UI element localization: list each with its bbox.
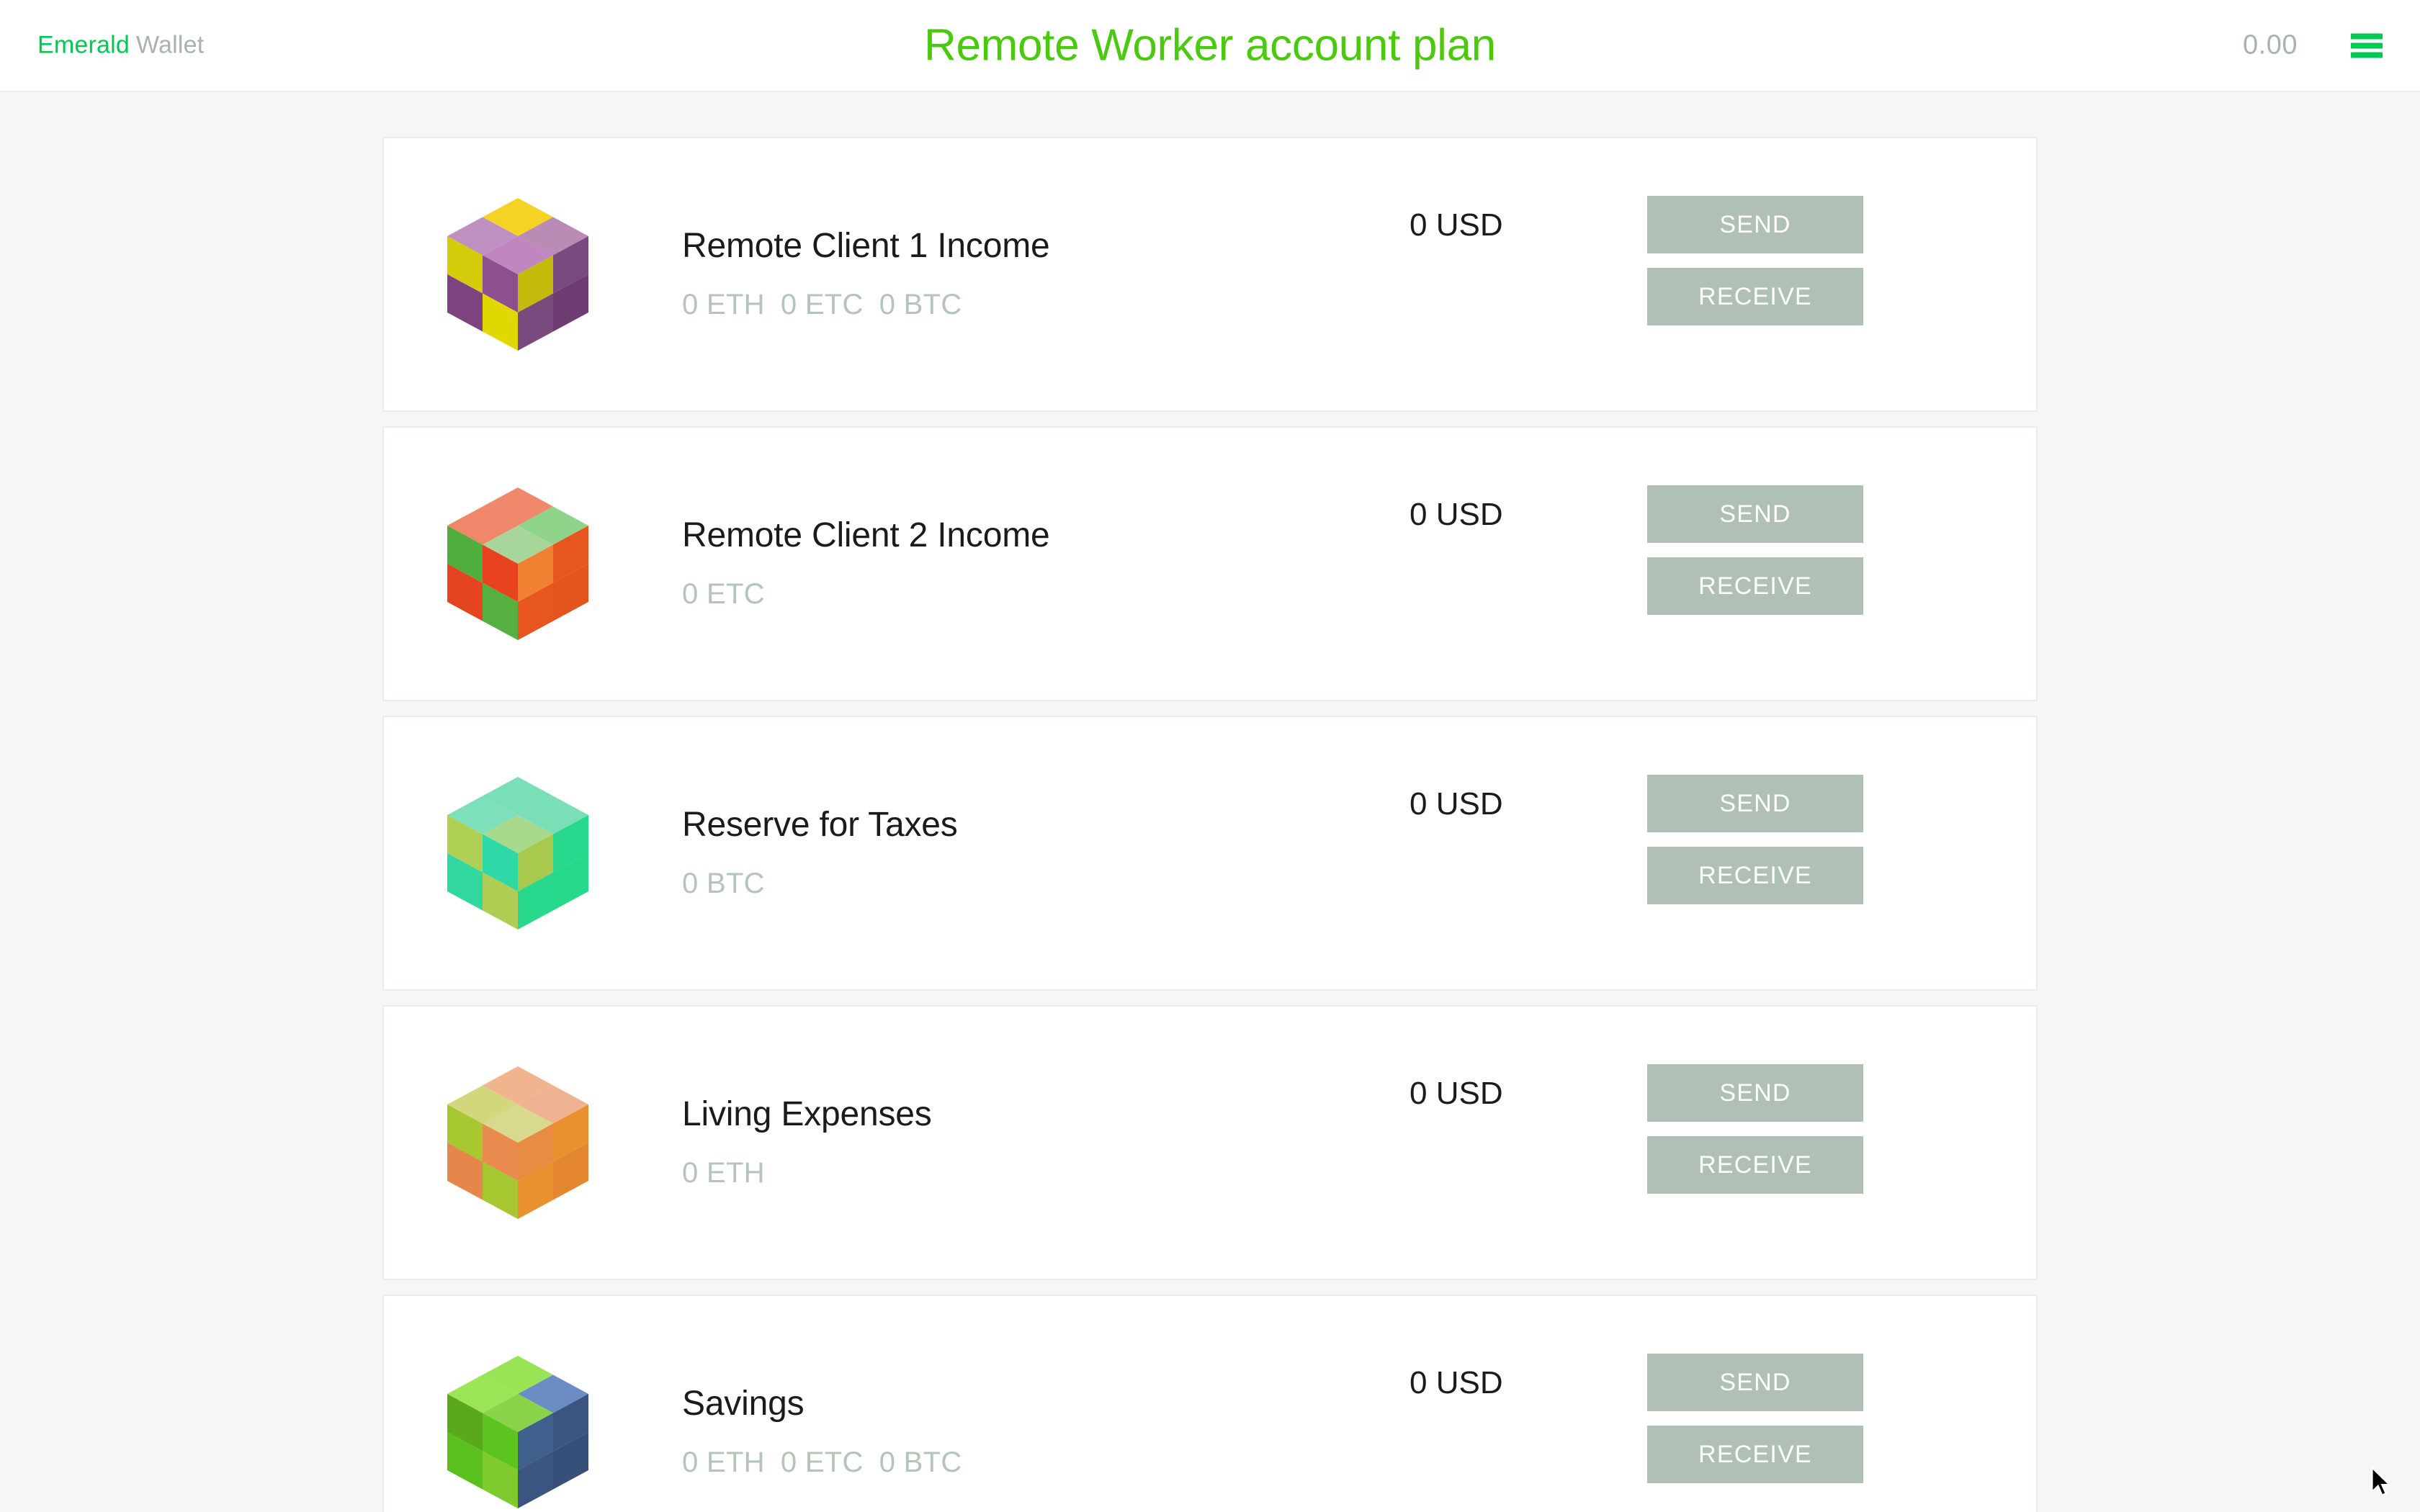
header-right-group: 0.00 bbox=[2243, 30, 2383, 61]
menu-bar-2 bbox=[2351, 42, 2383, 48]
coin-balance: 0 BTC bbox=[879, 1446, 962, 1478]
coin-balance: 0 ETH bbox=[682, 288, 765, 320]
account-actions: SEND RECEIVE bbox=[1647, 138, 1863, 325]
account-info: Savings 0 ETH 0 ETC 0 BTC bbox=[594, 1385, 1410, 1479]
account-coin-balances: 0 ETH 0 ETC 0 BTC bbox=[682, 289, 1410, 321]
account-card[interactable]: Living Expenses 0 ETH 0 USD SEND RECEIVE bbox=[382, 1005, 2038, 1280]
account-identicon bbox=[442, 487, 594, 640]
receive-button[interactable]: RECEIVE bbox=[1647, 847, 1863, 904]
account-fiat-balance: 0 USD bbox=[1410, 786, 1503, 822]
app-header: Emerald Wallet Remote Worker account plan… bbox=[0, 0, 2420, 92]
coin-balance: 0 BTC bbox=[879, 288, 962, 320]
identicon-orange-lime bbox=[447, 1066, 588, 1219]
send-button[interactable]: SEND bbox=[1647, 1064, 1863, 1122]
account-name: Remote Client 2 Income bbox=[682, 516, 1050, 555]
total-balance: 0.00 bbox=[2243, 30, 2298, 60]
account-card[interactable]: Remote Client 1 Income 0 ETH 0 ETC 0 BTC 0 U… bbox=[382, 137, 2038, 412]
account-fiat-balance: 0 USD bbox=[1410, 1076, 1503, 1111]
account-actions: SEND RECEIVE bbox=[1647, 717, 1863, 904]
account-identicon bbox=[442, 777, 594, 930]
hamburger-menu-icon[interactable] bbox=[2351, 33, 2383, 58]
account-identicon bbox=[442, 198, 594, 351]
send-button[interactable]: SEND bbox=[1647, 196, 1863, 253]
menu-bar-3 bbox=[2351, 52, 2383, 58]
account-info: Remote Client 2 Income 0 ETC bbox=[594, 516, 1410, 611]
account-name: Savings bbox=[682, 1385, 805, 1423]
send-button[interactable]: SEND bbox=[1647, 775, 1863, 832]
receive-button[interactable]: RECEIVE bbox=[1647, 1136, 1863, 1194]
account-actions: SEND RECEIVE bbox=[1647, 1296, 1863, 1483]
coin-balance: 0 ETC bbox=[780, 288, 864, 320]
page-title: Remote Worker account plan bbox=[924, 20, 1496, 71]
account-name: Reserve for Taxes bbox=[682, 806, 958, 845]
account-card[interactable]: Savings 0 ETH 0 ETC 0 BTC 0 USD SEND RECEIVE bbox=[382, 1295, 2038, 1512]
receive-button[interactable]: RECEIVE bbox=[1647, 557, 1863, 615]
account-coin-balances: 0 BTC bbox=[682, 868, 1410, 900]
identicon-green-teal bbox=[447, 777, 588, 930]
account-card[interactable]: Remote Client 2 Income 0 ETC 0 USD SEND RECE… bbox=[382, 426, 2038, 701]
account-actions: SEND RECEIVE bbox=[1647, 428, 1863, 615]
coin-balance: 0 ETC bbox=[682, 577, 765, 610]
account-identicon bbox=[442, 1356, 594, 1508]
account-info: Remote Client 1 Income 0 ETH 0 ETC 0 BTC bbox=[594, 227, 1410, 321]
account-identicon bbox=[442, 1066, 594, 1219]
identicon-green-blue bbox=[447, 1356, 588, 1508]
account-card-list: Remote Client 1 Income 0 ETH 0 ETC 0 BTC 0 U… bbox=[382, 137, 2038, 1512]
coin-balance: 0 ETC bbox=[780, 1446, 864, 1478]
coin-balance: 0 ETH bbox=[682, 1446, 765, 1478]
account-name: Living Expenses bbox=[682, 1095, 932, 1134]
identicon-purple-yellow bbox=[447, 198, 588, 351]
account-name: Remote Client 1 Income bbox=[682, 227, 1050, 266]
account-coin-balances: 0 ETH bbox=[682, 1157, 1410, 1189]
coin-balance: 0 ETH bbox=[682, 1156, 765, 1189]
account-info: Living Expenses 0 ETH bbox=[594, 1095, 1410, 1189]
account-actions: SEND RECEIVE bbox=[1647, 1007, 1863, 1194]
receive-button[interactable]: RECEIVE bbox=[1647, 1426, 1863, 1483]
account-fiat-balance: 0 USD bbox=[1410, 207, 1503, 243]
send-button[interactable]: SEND bbox=[1647, 485, 1863, 543]
account-info: Reserve for Taxes 0 BTC bbox=[594, 806, 1410, 900]
identicon-orange-green bbox=[447, 487, 588, 640]
menu-bar-1 bbox=[2351, 33, 2383, 39]
account-fiat-balance: 0 USD bbox=[1410, 497, 1503, 532]
account-coin-balances: 0 ETH 0 ETC 0 BTC bbox=[682, 1446, 1410, 1479]
send-button[interactable]: SEND bbox=[1647, 1354, 1863, 1411]
account-coin-balances: 0 ETC bbox=[682, 578, 1410, 611]
coin-balance: 0 BTC bbox=[682, 867, 765, 899]
receive-button[interactable]: RECEIVE bbox=[1647, 268, 1863, 325]
account-card[interactable]: Reserve for Taxes 0 BTC 0 USD SEND RECEIVE bbox=[382, 716, 2038, 991]
account-fiat-balance: 0 USD bbox=[1410, 1365, 1503, 1400]
main-content: Remote Client 1 Income 0 ETH 0 ETC 0 BTC 0 U… bbox=[0, 92, 2420, 1512]
